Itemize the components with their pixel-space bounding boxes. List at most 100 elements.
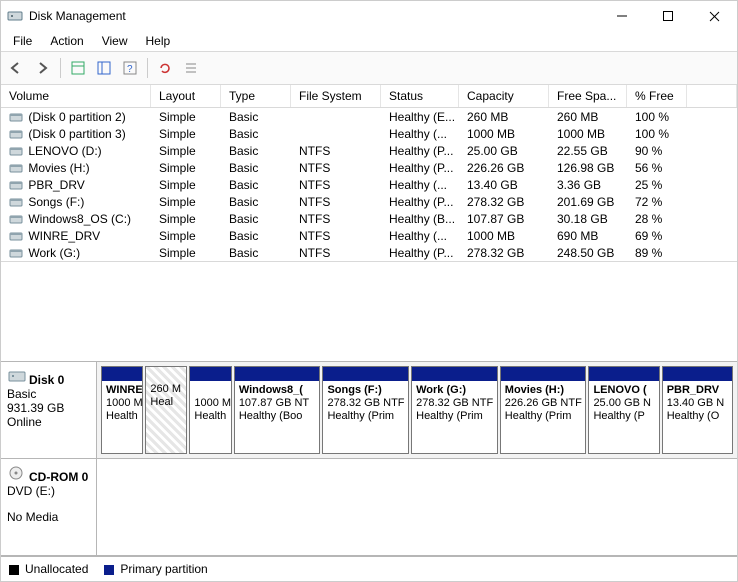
column-header[interactable]: % Free	[627, 85, 687, 107]
disk-row: CD-ROM 0DVD (E:)No Media	[1, 459, 737, 556]
cell: Songs (F:)	[1, 195, 151, 209]
partition-color-bar	[501, 367, 586, 381]
table-row[interactable]: Work (G:)SimpleBasicNTFSHealthy (P...278…	[1, 244, 737, 261]
cell: 260 MB	[459, 110, 549, 124]
menu-action[interactable]: Action	[42, 33, 91, 49]
legend: Unallocated Primary partition	[1, 556, 737, 581]
cell: Simple	[151, 161, 221, 175]
menu-view[interactable]: View	[94, 33, 136, 49]
cell: Healthy (P...	[381, 144, 459, 158]
cell: 100 %	[627, 127, 687, 141]
cell: Healthy (E...	[381, 110, 459, 124]
toolbar: ?	[1, 51, 737, 85]
partition[interactable]: 1000 MHealth	[189, 366, 231, 454]
window-title: Disk Management	[29, 9, 599, 23]
partition-label: WINRE1000 MHealth	[102, 381, 142, 426]
column-header[interactable]: Capacity	[459, 85, 549, 107]
volume-icon	[9, 230, 23, 242]
partition[interactable]: Windows8_(107.87 GB NTHealthy (Boo	[234, 366, 321, 454]
back-button[interactable]	[5, 56, 29, 80]
partition-color-bar	[235, 367, 320, 381]
cell: Healthy (P...	[381, 246, 459, 260]
toolbar-view1-button[interactable]	[66, 56, 90, 80]
unallocated-swatch-icon	[9, 565, 19, 575]
cell: NTFS	[291, 246, 381, 260]
cell: Healthy (...	[381, 229, 459, 243]
partition-label: PBR_DRV13.40 GB NHealthy (O	[663, 381, 732, 426]
cell: Basic	[221, 212, 291, 226]
maximize-button[interactable]	[645, 1, 691, 31]
partition[interactable]: 260 MHeal	[145, 366, 187, 454]
partition[interactable]: Work (G:)278.32 GB NTFHealthy (Prim	[411, 366, 498, 454]
partition[interactable]: PBR_DRV13.40 GB NHealthy (O	[662, 366, 733, 454]
disk-info[interactable]: Disk 0Basic931.39 GBOnline	[1, 362, 97, 458]
cell: NTFS	[291, 195, 381, 209]
column-header[interactable]: Volume	[1, 85, 151, 107]
volume-icon	[9, 111, 23, 123]
table-row[interactable]: LENOVO (D:)SimpleBasicNTFSHealthy (P...2…	[1, 142, 737, 159]
partition-color-bar	[663, 367, 732, 381]
cell: Simple	[151, 127, 221, 141]
cell: Basic	[221, 195, 291, 209]
cell: NTFS	[291, 212, 381, 226]
table-row[interactable]: WINRE_DRVSimpleBasicNTFSHealthy (...1000…	[1, 227, 737, 244]
partition-label: 260 MHeal	[146, 367, 186, 412]
cell: 126.98 GB	[549, 161, 627, 175]
cell: 248.50 GB	[549, 246, 627, 260]
column-header[interactable]: Status	[381, 85, 459, 107]
partition[interactable]: LENOVO (25.00 GB NHealthy (P	[588, 366, 659, 454]
partition-label: Work (G:)278.32 GB NTFHealthy (Prim	[412, 381, 497, 426]
column-header[interactable]: Type	[221, 85, 291, 107]
cd-icon	[7, 465, 27, 479]
menu-help[interactable]: Help	[138, 33, 179, 49]
table-row[interactable]: Windows8_OS (C:)SimpleBasicNTFSHealthy (…	[1, 210, 737, 227]
column-header[interactable]: Free Spa...	[549, 85, 627, 107]
menu-file[interactable]: File	[5, 33, 40, 49]
partition[interactable]: Movies (H:)226.26 GB NTFHealthy (Prim	[500, 366, 587, 454]
table-row[interactable]: (Disk 0 partition 3)SimpleBasicHealthy (…	[1, 125, 737, 142]
cell: Basic	[221, 178, 291, 192]
hdd-icon	[7, 368, 27, 382]
volume-icon	[9, 145, 23, 157]
partition-label: 1000 MHealth	[190, 381, 230, 426]
partition[interactable]: Songs (F:)278.32 GB NTFHealthy (Prim	[322, 366, 409, 454]
forward-button[interactable]	[31, 56, 55, 80]
column-header[interactable]: File System	[291, 85, 381, 107]
legend-unallocated: Unallocated	[9, 562, 88, 576]
legend-primary: Primary partition	[104, 562, 207, 576]
cell: Basic	[221, 246, 291, 260]
splitter-gap[interactable]	[1, 262, 737, 361]
cell: Movies (H:)	[1, 161, 151, 175]
cell: Simple	[151, 144, 221, 158]
disk-type: DVD (E:)	[7, 484, 90, 498]
table-row[interactable]: (Disk 0 partition 2)SimpleBasicHealthy (…	[1, 108, 737, 125]
cell: NTFS	[291, 144, 381, 158]
cell: Basic	[221, 144, 291, 158]
volume-icon	[9, 128, 23, 140]
graphical-view: Disk 0Basic931.39 GBOnlineWINRE1000 MHea…	[1, 361, 737, 556]
column-header[interactable]	[687, 85, 737, 107]
close-button[interactable]	[691, 1, 737, 31]
cell: 1000 MB	[549, 127, 627, 141]
legend-label: Unallocated	[25, 562, 88, 576]
toolbar-separator	[147, 58, 148, 78]
partition-label: Songs (F:)278.32 GB NTFHealthy (Prim	[323, 381, 408, 426]
table-row[interactable]: Movies (H:)SimpleBasicNTFSHealthy (P...2…	[1, 159, 737, 176]
cell: Simple	[151, 110, 221, 124]
toolbar-refresh-button[interactable]	[153, 56, 177, 80]
disk-info[interactable]: CD-ROM 0DVD (E:)No Media	[1, 459, 97, 555]
toolbar-view2-button[interactable]	[92, 56, 116, 80]
table-row[interactable]: Songs (F:)SimpleBasicNTFSHealthy (P...27…	[1, 193, 737, 210]
disk-state: No Media	[7, 510, 90, 524]
column-header[interactable]: Layout	[151, 85, 221, 107]
volume-icon	[9, 213, 23, 225]
partition[interactable]: WINRE1000 MHealth	[101, 366, 143, 454]
cell: Basic	[221, 161, 291, 175]
cell: 56 %	[627, 161, 687, 175]
minimize-button[interactable]	[599, 1, 645, 31]
toolbar-list-button[interactable]	[179, 56, 203, 80]
toolbar-separator	[60, 58, 61, 78]
table-row[interactable]: PBR_DRVSimpleBasicNTFSHealthy (...13.40 …	[1, 176, 737, 193]
toolbar-help-button[interactable]: ?	[118, 56, 142, 80]
menubar: FileActionViewHelp	[1, 31, 737, 51]
